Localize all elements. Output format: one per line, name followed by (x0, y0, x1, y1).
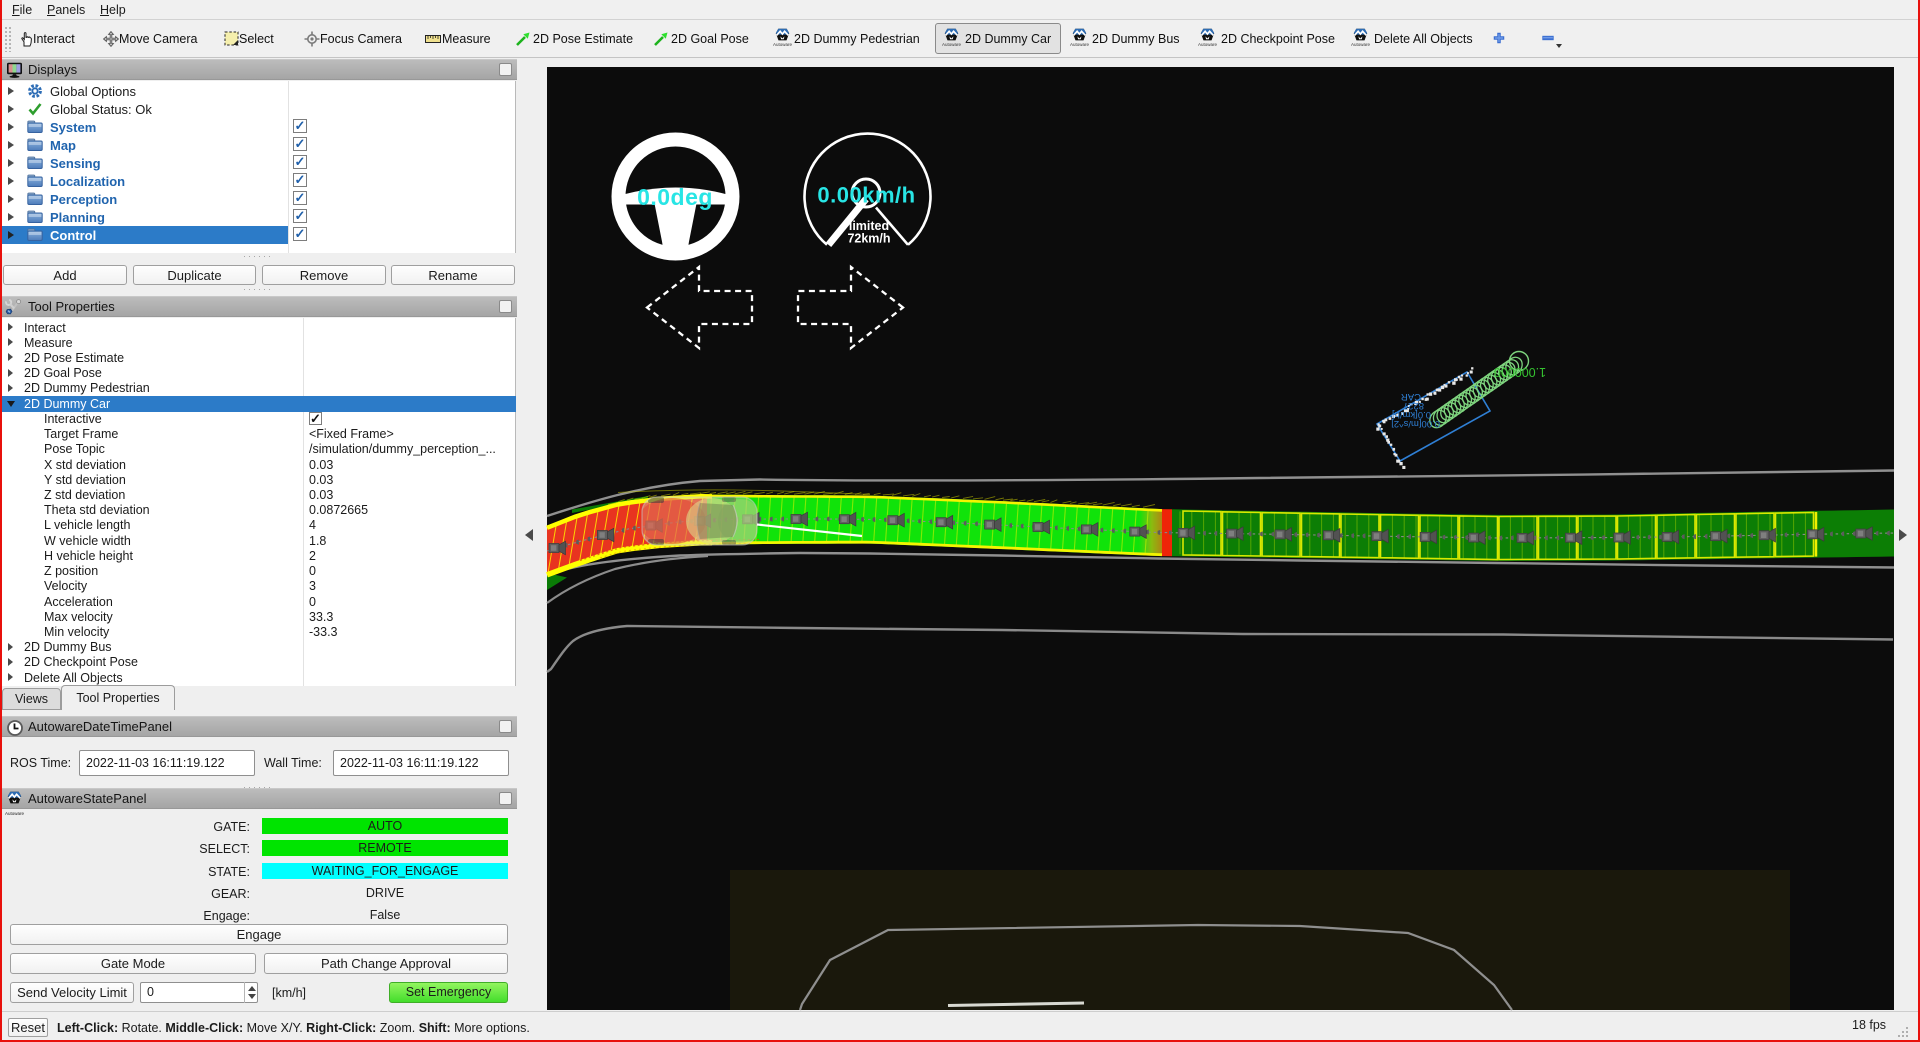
svg-text:CAR: CAR (1401, 391, 1421, 402)
svg-text:72km/h: 72km/h (847, 232, 890, 246)
svg-text:0.00km/h: 0.00km/h (817, 183, 915, 208)
svg-text:1.000000: 1.000000 (1494, 365, 1546, 379)
svg-text:0.0deg: 0.0deg (637, 184, 713, 210)
